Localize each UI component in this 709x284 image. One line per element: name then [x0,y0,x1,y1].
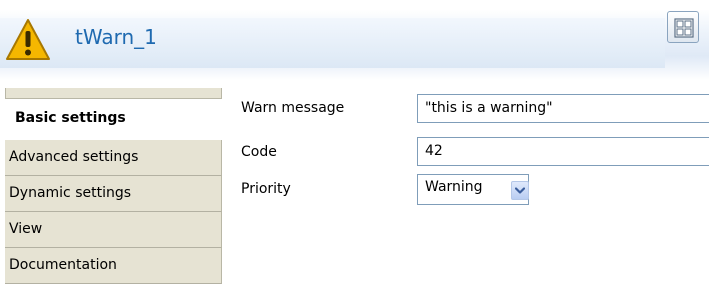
warn-message-label: Warn message [241,100,345,116]
priority-select[interactable]: Warning [417,174,529,205]
layout-toggle-button[interactable] [667,11,699,43]
warn-message-input[interactable]: "this is a warning" [417,94,709,123]
priority-select-value: Warning [425,179,483,195]
component-header: tWarn_1 [0,0,709,80]
layout-grid-icon [674,18,694,38]
tab-basic-settings[interactable]: Basic settings [5,99,222,140]
tab-advanced-settings[interactable]: Advanced settings [5,140,222,176]
chevron-down-icon [515,187,525,194]
code-input[interactable]: 42 [417,137,709,166]
tab-documentation[interactable]: Documentation [5,248,222,284]
code-label: Code [241,144,277,160]
tab-dynamic-settings[interactable]: Dynamic settings [5,176,222,212]
component-title: tWarn_1 [75,25,157,49]
settings-tab-list: Basic settings Advanced settings Dynamic… [0,88,222,284]
priority-dropdown-button[interactable] [511,181,529,200]
priority-label: Priority [241,181,291,197]
warning-triangle-icon [4,16,52,64]
tab-list-top-border [5,88,222,99]
tab-view[interactable]: View [5,212,222,248]
